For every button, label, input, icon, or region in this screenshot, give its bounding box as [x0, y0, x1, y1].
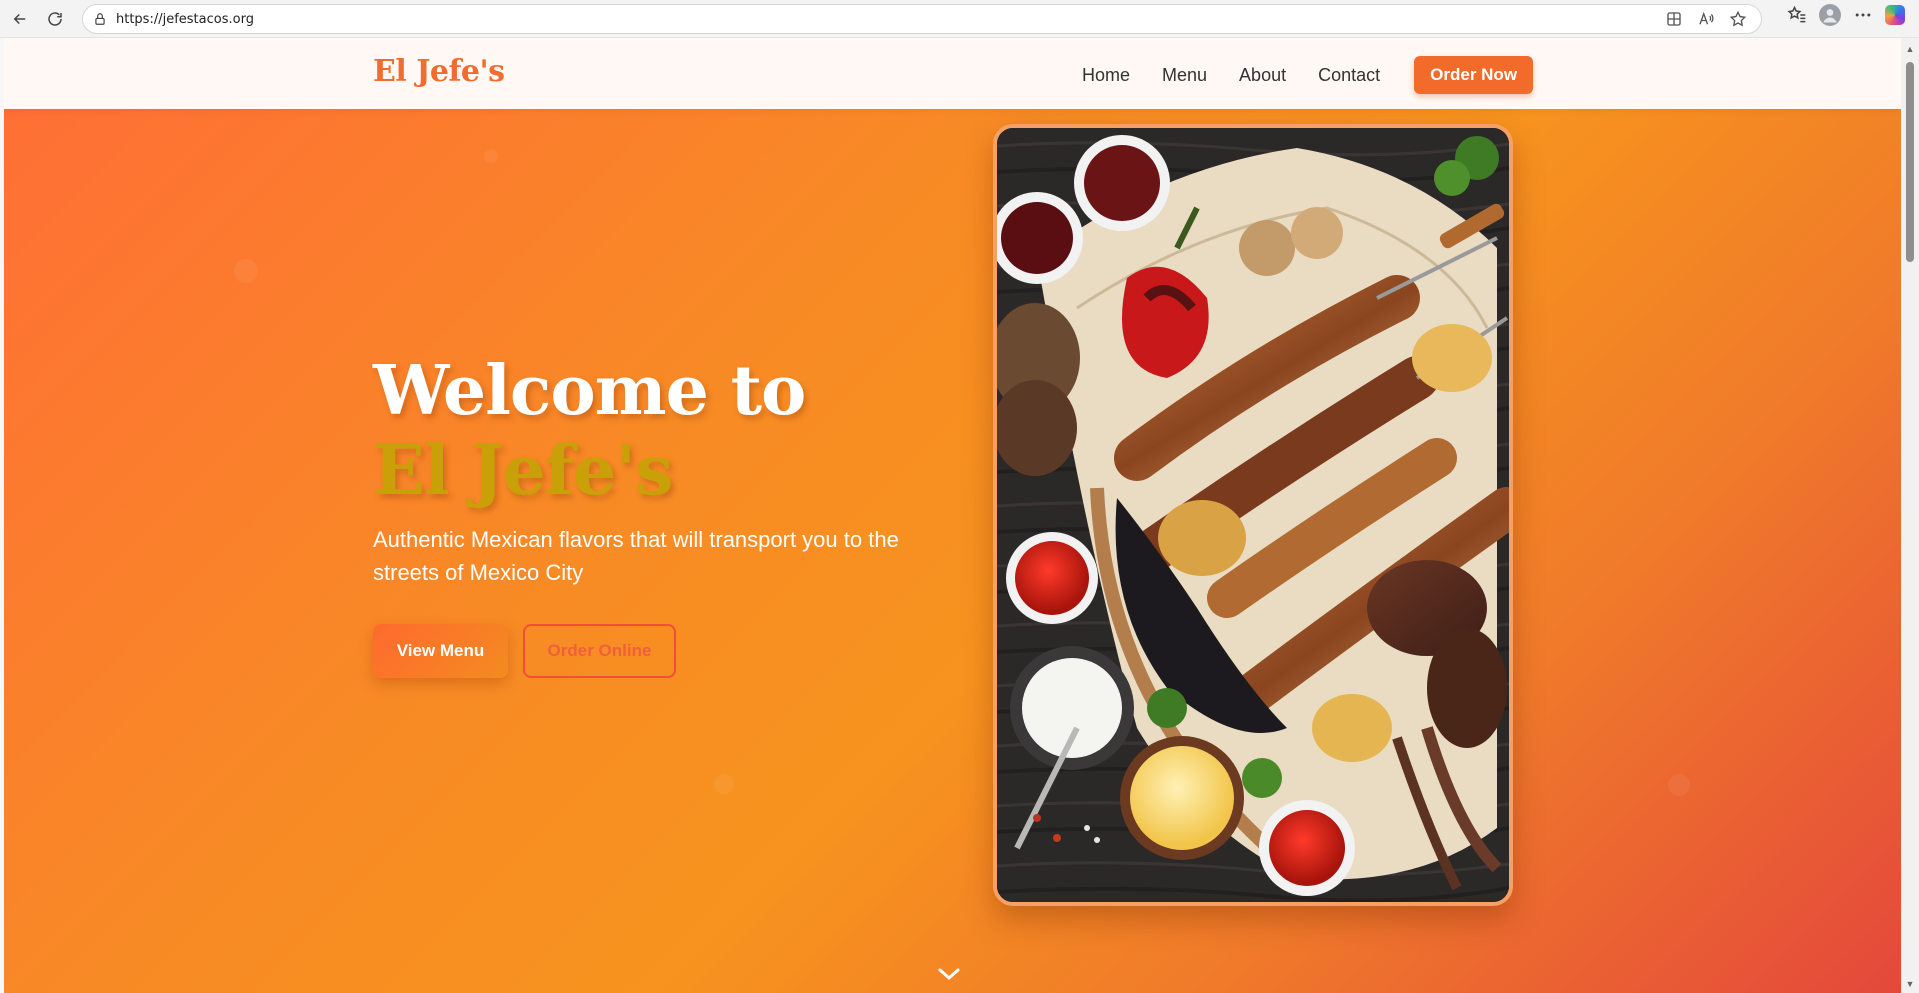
- copilot-icon[interactable]: [1885, 5, 1905, 25]
- reload-icon[interactable]: [38, 2, 72, 36]
- order-online-button[interactable]: Order Online: [523, 624, 676, 678]
- favorites-list-icon[interactable]: [1787, 5, 1807, 25]
- more-options-icon[interactable]: [1853, 5, 1873, 25]
- favorite-star-icon[interactable]: [1729, 10, 1747, 28]
- scroll-down-chevron-icon[interactable]: [934, 964, 964, 984]
- site-logo[interactable]: El Jefe's: [373, 54, 505, 89]
- app-available-icon[interactable]: [1665, 10, 1683, 28]
- url-text[interactable]: https://jefestacos.org: [116, 12, 254, 27]
- view-menu-button[interactable]: View Menu: [373, 624, 508, 678]
- decorative-bubble: [484, 149, 498, 163]
- nav-home[interactable]: Home: [1082, 57, 1130, 93]
- lock-icon: [95, 13, 105, 25]
- address-bar[interactable]: https://jefestacos.org: [82, 4, 1762, 34]
- nav-about[interactable]: About: [1239, 57, 1286, 93]
- scroll-up-arrow-icon[interactable]: ▲: [1905, 44, 1915, 54]
- browser-toolbar: https://jefestacos.org: [0, 0, 1919, 38]
- decorative-bubble: [1668, 774, 1690, 796]
- grilled-meat-platter-icon: [997, 128, 1509, 902]
- back-icon[interactable]: [3, 2, 37, 36]
- main-nav: Home Menu About Contact Order Now: [1082, 56, 1534, 94]
- site-header: El Jefe's Home Menu About Contact Order …: [4, 38, 1901, 109]
- profile-avatar-icon[interactable]: [1819, 4, 1841, 26]
- hero-subtitle: Authentic Mexican flavors that will tran…: [373, 527, 899, 585]
- order-now-button[interactable]: Order Now: [1414, 56, 1534, 94]
- hero-title: Welcome to El Jefe's: [373, 351, 893, 511]
- decorative-bubble: [714, 774, 734, 794]
- nav-menu[interactable]: Menu: [1162, 57, 1207, 93]
- hero-food-image: [993, 124, 1513, 906]
- scroll-thumb[interactable]: [1906, 62, 1914, 262]
- page-scrollbar[interactable]: ▲ ▼: [1901, 38, 1919, 993]
- decorative-bubble: [234, 259, 258, 283]
- scroll-down-arrow-icon[interactable]: ▼: [1905, 979, 1915, 989]
- page-viewport: El Jefe's Home Menu About Contact Order …: [4, 38, 1901, 993]
- read-aloud-icon[interactable]: [1697, 10, 1715, 28]
- hero-title-prefix: Welcome to: [373, 351, 806, 431]
- hero-title-accent: El Jefe's: [373, 431, 673, 511]
- nav-contact[interactable]: Contact: [1318, 57, 1380, 93]
- hero-section: Welcome to El Jefe's Authentic Mexican f…: [4, 109, 1901, 993]
